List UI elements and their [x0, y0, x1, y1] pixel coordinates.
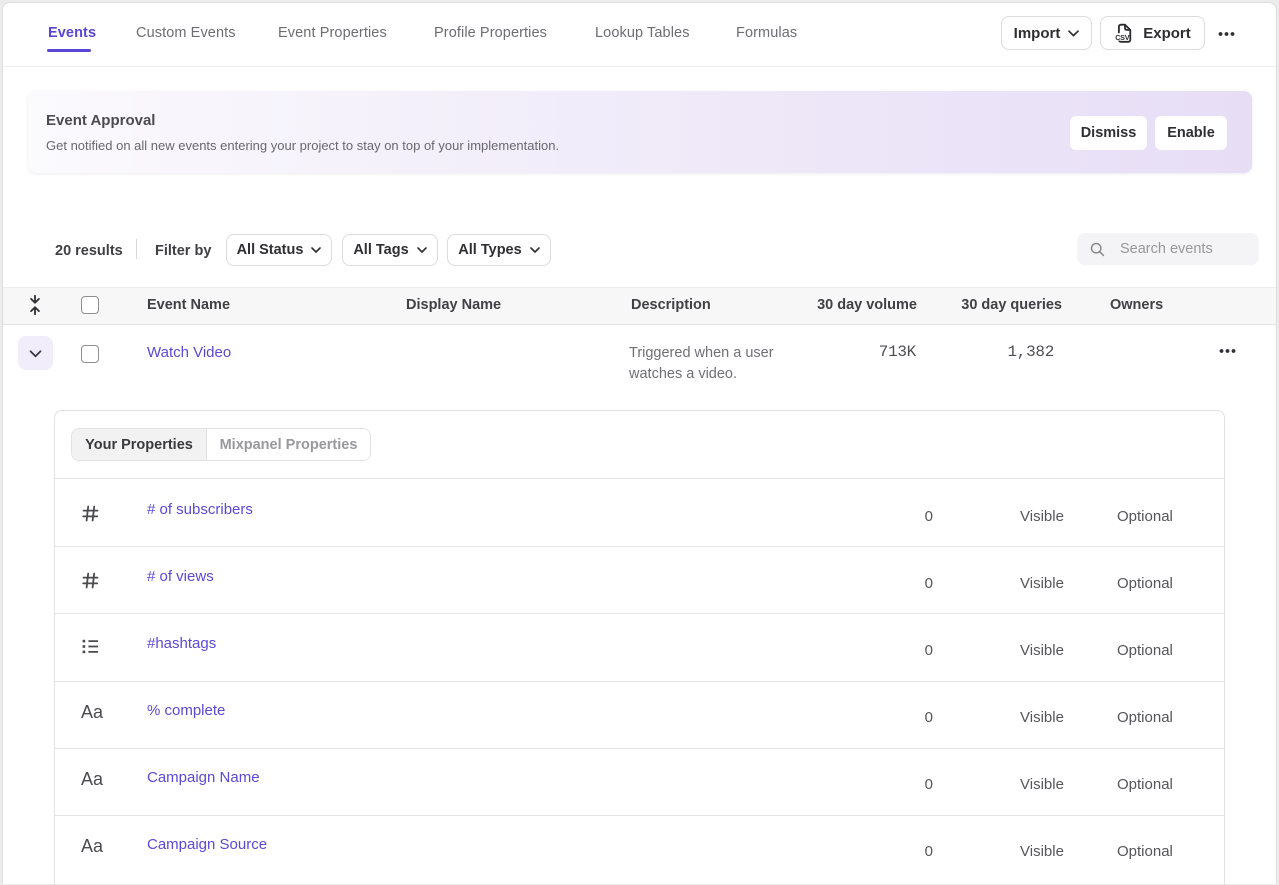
svg-text:CSV: CSV: [1115, 33, 1130, 42]
